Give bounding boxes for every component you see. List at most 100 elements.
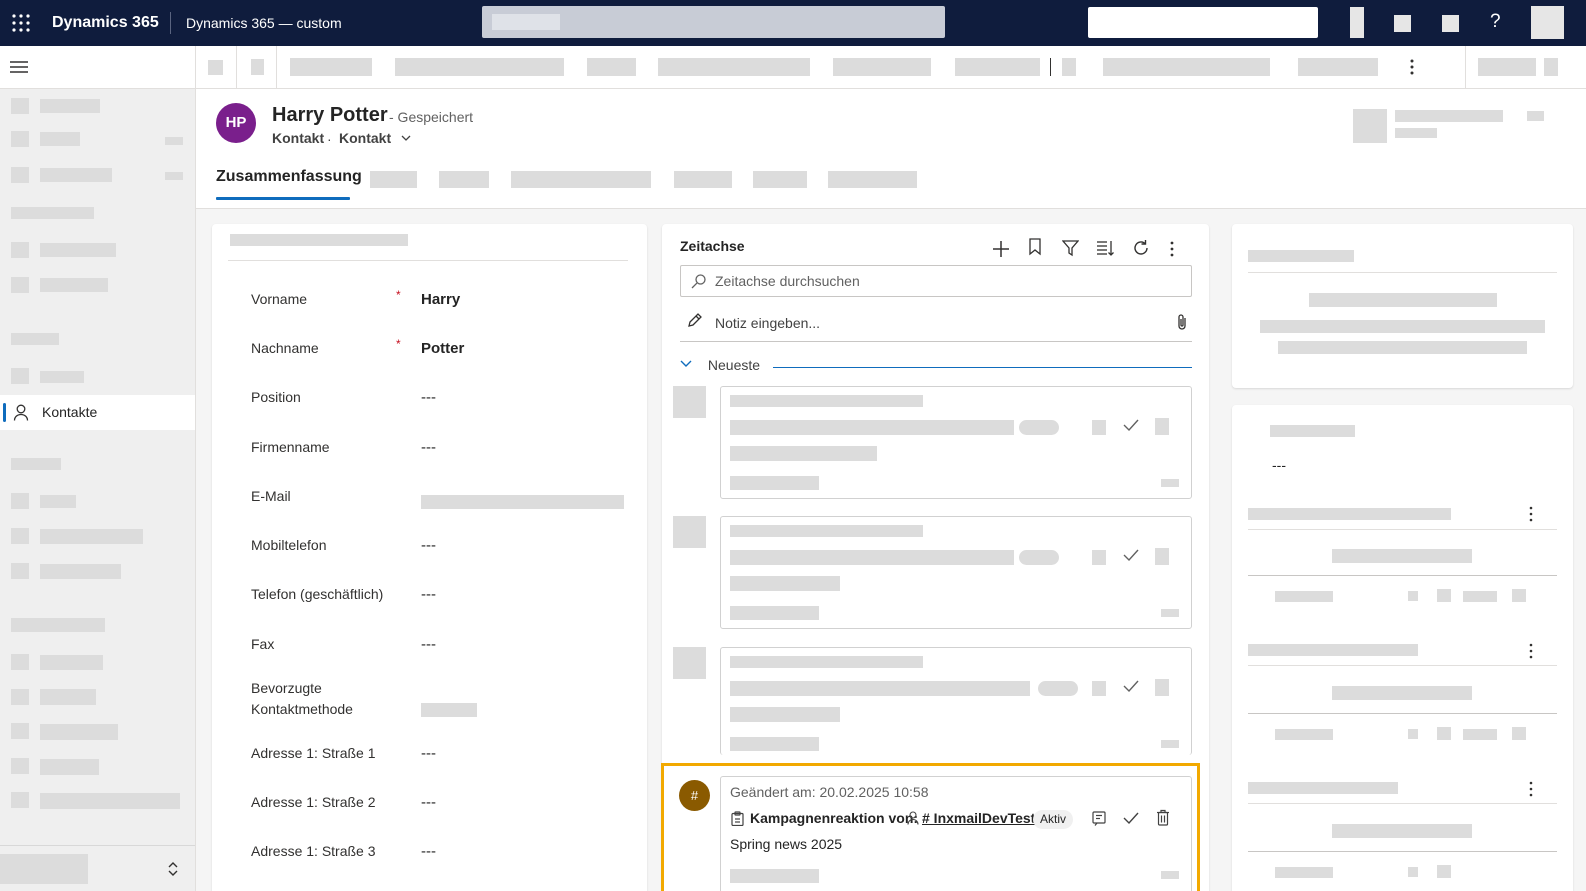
- avatar: HP: [216, 103, 256, 143]
- app-title[interactable]: Dynamics 365: [52, 14, 159, 32]
- header-field-image: [1353, 109, 1387, 143]
- nav-item-1[interactable]: [40, 99, 100, 113]
- field-label: Fax: [251, 636, 275, 652]
- highlight-frame: # Geändert am: 20.02.2025 10:58 Kampagne…: [661, 763, 1200, 891]
- cmd-button-8[interactable]: [1103, 58, 1270, 76]
- field-value[interactable]: [421, 495, 624, 509]
- global-search-box[interactable]: [482, 6, 945, 38]
- field-value[interactable]: ---: [421, 843, 436, 860]
- field-value[interactable]: ---: [421, 586, 436, 603]
- filter-icon[interactable]: [1062, 240, 1079, 257]
- cmd-button-5[interactable]: [833, 58, 931, 76]
- nav-item-9[interactable]: [40, 564, 121, 579]
- timeline-search-box[interactable]: Zeitachse durchsuchen: [680, 265, 1192, 297]
- field-value[interactable]: ---: [421, 439, 436, 456]
- tab-2[interactable]: [370, 171, 417, 188]
- section-divider: [228, 260, 628, 261]
- topbar-icon-1[interactable]: [1350, 7, 1364, 38]
- cmd-button-4[interactable]: [658, 58, 810, 76]
- sidebar-item-kontakte[interactable]: Kontakte: [0, 395, 195, 430]
- field-value[interactable]: [421, 703, 477, 717]
- help-icon[interactable]: ?: [1490, 11, 1504, 33]
- field-value[interactable]: ---: [421, 537, 436, 554]
- save-status: - Gespeichert: [389, 109, 474, 125]
- more-icon[interactable]: [1529, 781, 1533, 797]
- cmd-button-9[interactable]: [1298, 58, 1378, 76]
- tab-7[interactable]: [828, 171, 917, 188]
- section-title: [230, 234, 408, 246]
- cmd-back-button[interactable]: [208, 60, 223, 75]
- header-expand-button[interactable]: [1527, 111, 1544, 121]
- nav-item-13[interactable]: [40, 759, 99, 775]
- area-switcher[interactable]: [0, 845, 195, 891]
- topbar-icon-3[interactable]: [1442, 15, 1459, 32]
- add-icon[interactable]: [992, 240, 1010, 258]
- cmd-button-6[interactable]: [955, 58, 1040, 76]
- more-icon[interactable]: [1529, 643, 1533, 659]
- nav-item-10[interactable]: [40, 655, 103, 670]
- cmd-button-7[interactable]: [1062, 58, 1076, 76]
- nav-item-5[interactable]: [40, 278, 108, 292]
- header-field-value: [1395, 110, 1503, 122]
- bookmark-icon[interactable]: [1028, 238, 1042, 256]
- field-label: Vorname: [251, 291, 308, 307]
- search-input[interactable]: Zeitachse durchsuchen: [715, 273, 860, 289]
- form-selector[interactable]: Kontakt: [339, 130, 411, 150]
- nav-group-header-3: [11, 458, 61, 470]
- nav-group-header-1: [11, 207, 94, 219]
- field-value[interactable]: ---: [421, 636, 436, 653]
- status-badge: Aktiv: [1033, 810, 1074, 829]
- more-icon[interactable]: [1529, 506, 1533, 522]
- cmd-button-1[interactable]: [290, 58, 372, 76]
- campaign-response-item[interactable]: Geändert am: 20.02.2025 10:58 Kampagnenr…: [720, 776, 1192, 891]
- active-indicator: [3, 403, 6, 422]
- topbar-action-box[interactable]: [1088, 7, 1318, 38]
- nav-item-7[interactable]: [40, 495, 76, 508]
- user-avatar[interactable]: [1531, 6, 1564, 39]
- regarding-link[interactable]: # InxmailDevTest: [922, 810, 1035, 826]
- cmd-icon-button[interactable]: [251, 59, 264, 75]
- activity-icon: [673, 647, 706, 679]
- timeline-more-icon[interactable]: [1170, 241, 1174, 257]
- chevron-down-icon: [680, 360, 692, 368]
- nav-item-12[interactable]: [40, 724, 118, 740]
- note-input[interactable]: Notiz eingeben...: [680, 308, 1192, 342]
- complete-check-icon[interactable]: [1123, 812, 1139, 824]
- tab-4[interactable]: [511, 171, 651, 188]
- field-value[interactable]: Potter: [421, 340, 464, 357]
- nav-item-8[interactable]: [40, 529, 143, 544]
- app-launcher-icon[interactable]: [11, 13, 31, 33]
- field-value[interactable]: ---: [421, 794, 436, 811]
- field-value[interactable]: ---: [421, 389, 436, 406]
- nav-item-2[interactable]: [40, 132, 80, 146]
- cmd-button-3[interactable]: [587, 58, 636, 76]
- tab-3[interactable]: [439, 171, 489, 188]
- site-map: Kontakte: [0, 89, 196, 891]
- sort-icon[interactable]: [1096, 240, 1114, 257]
- hamburger-icon[interactable]: [10, 60, 28, 74]
- app-area[interactable]: Dynamics 365 — custom: [186, 15, 342, 31]
- nav-item-3[interactable]: [40, 168, 112, 182]
- cmd-button-2[interactable]: [395, 58, 564, 76]
- tab-6[interactable]: [753, 171, 807, 188]
- group-toggle[interactable]: Neueste: [680, 357, 760, 377]
- open-record-icon[interactable]: [1092, 811, 1106, 826]
- nav-item-6[interactable]: [40, 371, 84, 383]
- nav-item-4[interactable]: [40, 243, 116, 257]
- attachment-icon[interactable]: [1176, 313, 1188, 331]
- refresh-icon[interactable]: [1132, 239, 1150, 257]
- tab-5[interactable]: [674, 171, 732, 188]
- cmd-share-dropdown[interactable]: [1544, 58, 1558, 76]
- clipboard-icon: [731, 811, 744, 826]
- cmd-share-button[interactable]: [1478, 58, 1536, 76]
- nav-icon: [11, 98, 29, 114]
- nav-item-14[interactable]: [40, 793, 180, 809]
- field-value[interactable]: Harry: [421, 291, 460, 308]
- field-value[interactable]: ---: [421, 745, 436, 762]
- person-icon: [907, 811, 919, 825]
- more-commands-icon[interactable]: [1410, 58, 1414, 76]
- check-icon: [1123, 549, 1139, 561]
- nav-item-11[interactable]: [40, 689, 96, 705]
- topbar-icon-2[interactable]: [1394, 15, 1411, 32]
- delete-icon[interactable]: [1156, 809, 1170, 826]
